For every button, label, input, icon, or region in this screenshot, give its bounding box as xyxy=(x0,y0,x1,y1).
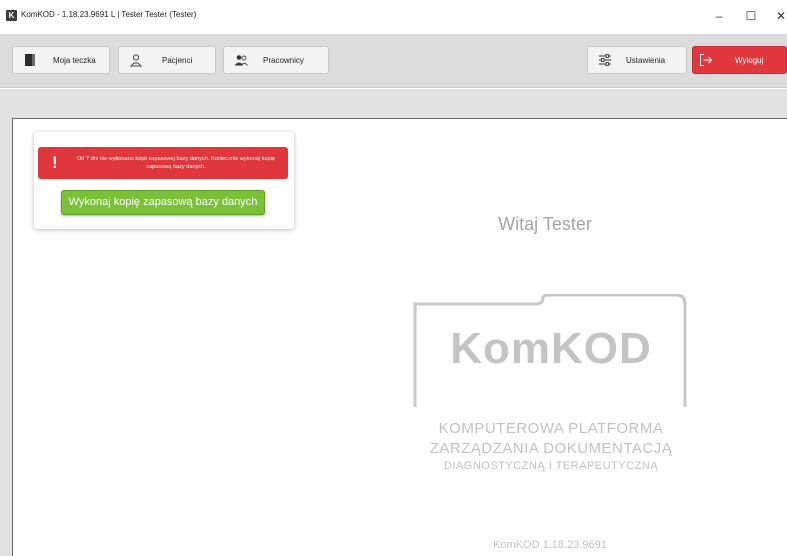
backup-alert: ! Od 7 dni nie wykonano kopii zapasowej … xyxy=(38,147,288,179)
staff-label: Pracownicy xyxy=(263,56,304,65)
sliders-icon xyxy=(599,54,611,66)
exclamation-icon: ! xyxy=(52,153,58,172)
settings-button[interactable]: Ustawienia xyxy=(587,46,687,74)
backup-button[interactable]: Wykonaj kopię zapasową bazy danych xyxy=(61,190,265,215)
tagline-line-2: ZARZĄDZANIA DOKUMENTACJĄ xyxy=(429,440,673,457)
person-icon xyxy=(129,54,143,67)
komkod-logo: KomKOD xyxy=(450,324,652,373)
minimize-button[interactable]: – xyxy=(706,6,732,26)
tagline-line-1: KOMPUTEROWA PLATFORMA xyxy=(438,420,664,437)
window-titlebar: K KomKOD - 1.18.23.9691 L | Tester Teste… xyxy=(0,0,787,34)
version-label: KomKOD 1.18.23.9691 xyxy=(493,539,607,551)
my-folder-label: Moja teczka xyxy=(53,56,96,65)
patients-label: Pacjenci xyxy=(162,56,193,65)
my-folder-button[interactable]: Moja teczka xyxy=(12,46,110,74)
logout-button[interactable]: Wyloguj xyxy=(692,46,787,74)
backup-alert-message: Od 7 dni nie wykonano kopii zapasowej ba… xyxy=(76,156,276,170)
app-icon: K xyxy=(6,10,17,21)
settings-label: Ustawienia xyxy=(626,56,666,65)
tagline-line-3: DIAGNOSTYCZNĄ I TERAPEUTYCZNĄ xyxy=(443,460,659,472)
patients-button[interactable]: Pacjenci xyxy=(118,46,216,74)
staff-button[interactable]: Pracownicy xyxy=(223,46,329,74)
main-toolbar: Moja teczka Pacjenci Pracownicy Ustawien… xyxy=(0,34,787,88)
people-icon xyxy=(234,55,248,66)
welcome-text: Witaj Tester xyxy=(498,214,592,234)
window-title: KomKOD - 1.18.23.9691 L | Tester Tester … xyxy=(21,10,197,19)
book-icon xyxy=(25,54,35,66)
logout-icon xyxy=(700,54,713,66)
backup-alert-card: ! Od 7 dni nie wykonano kopii zapasowej … xyxy=(34,132,294,229)
maximize-button[interactable]: ☐ xyxy=(738,6,764,26)
logout-label: Wyloguj xyxy=(735,56,764,65)
close-button[interactable]: ✕ xyxy=(768,6,787,26)
